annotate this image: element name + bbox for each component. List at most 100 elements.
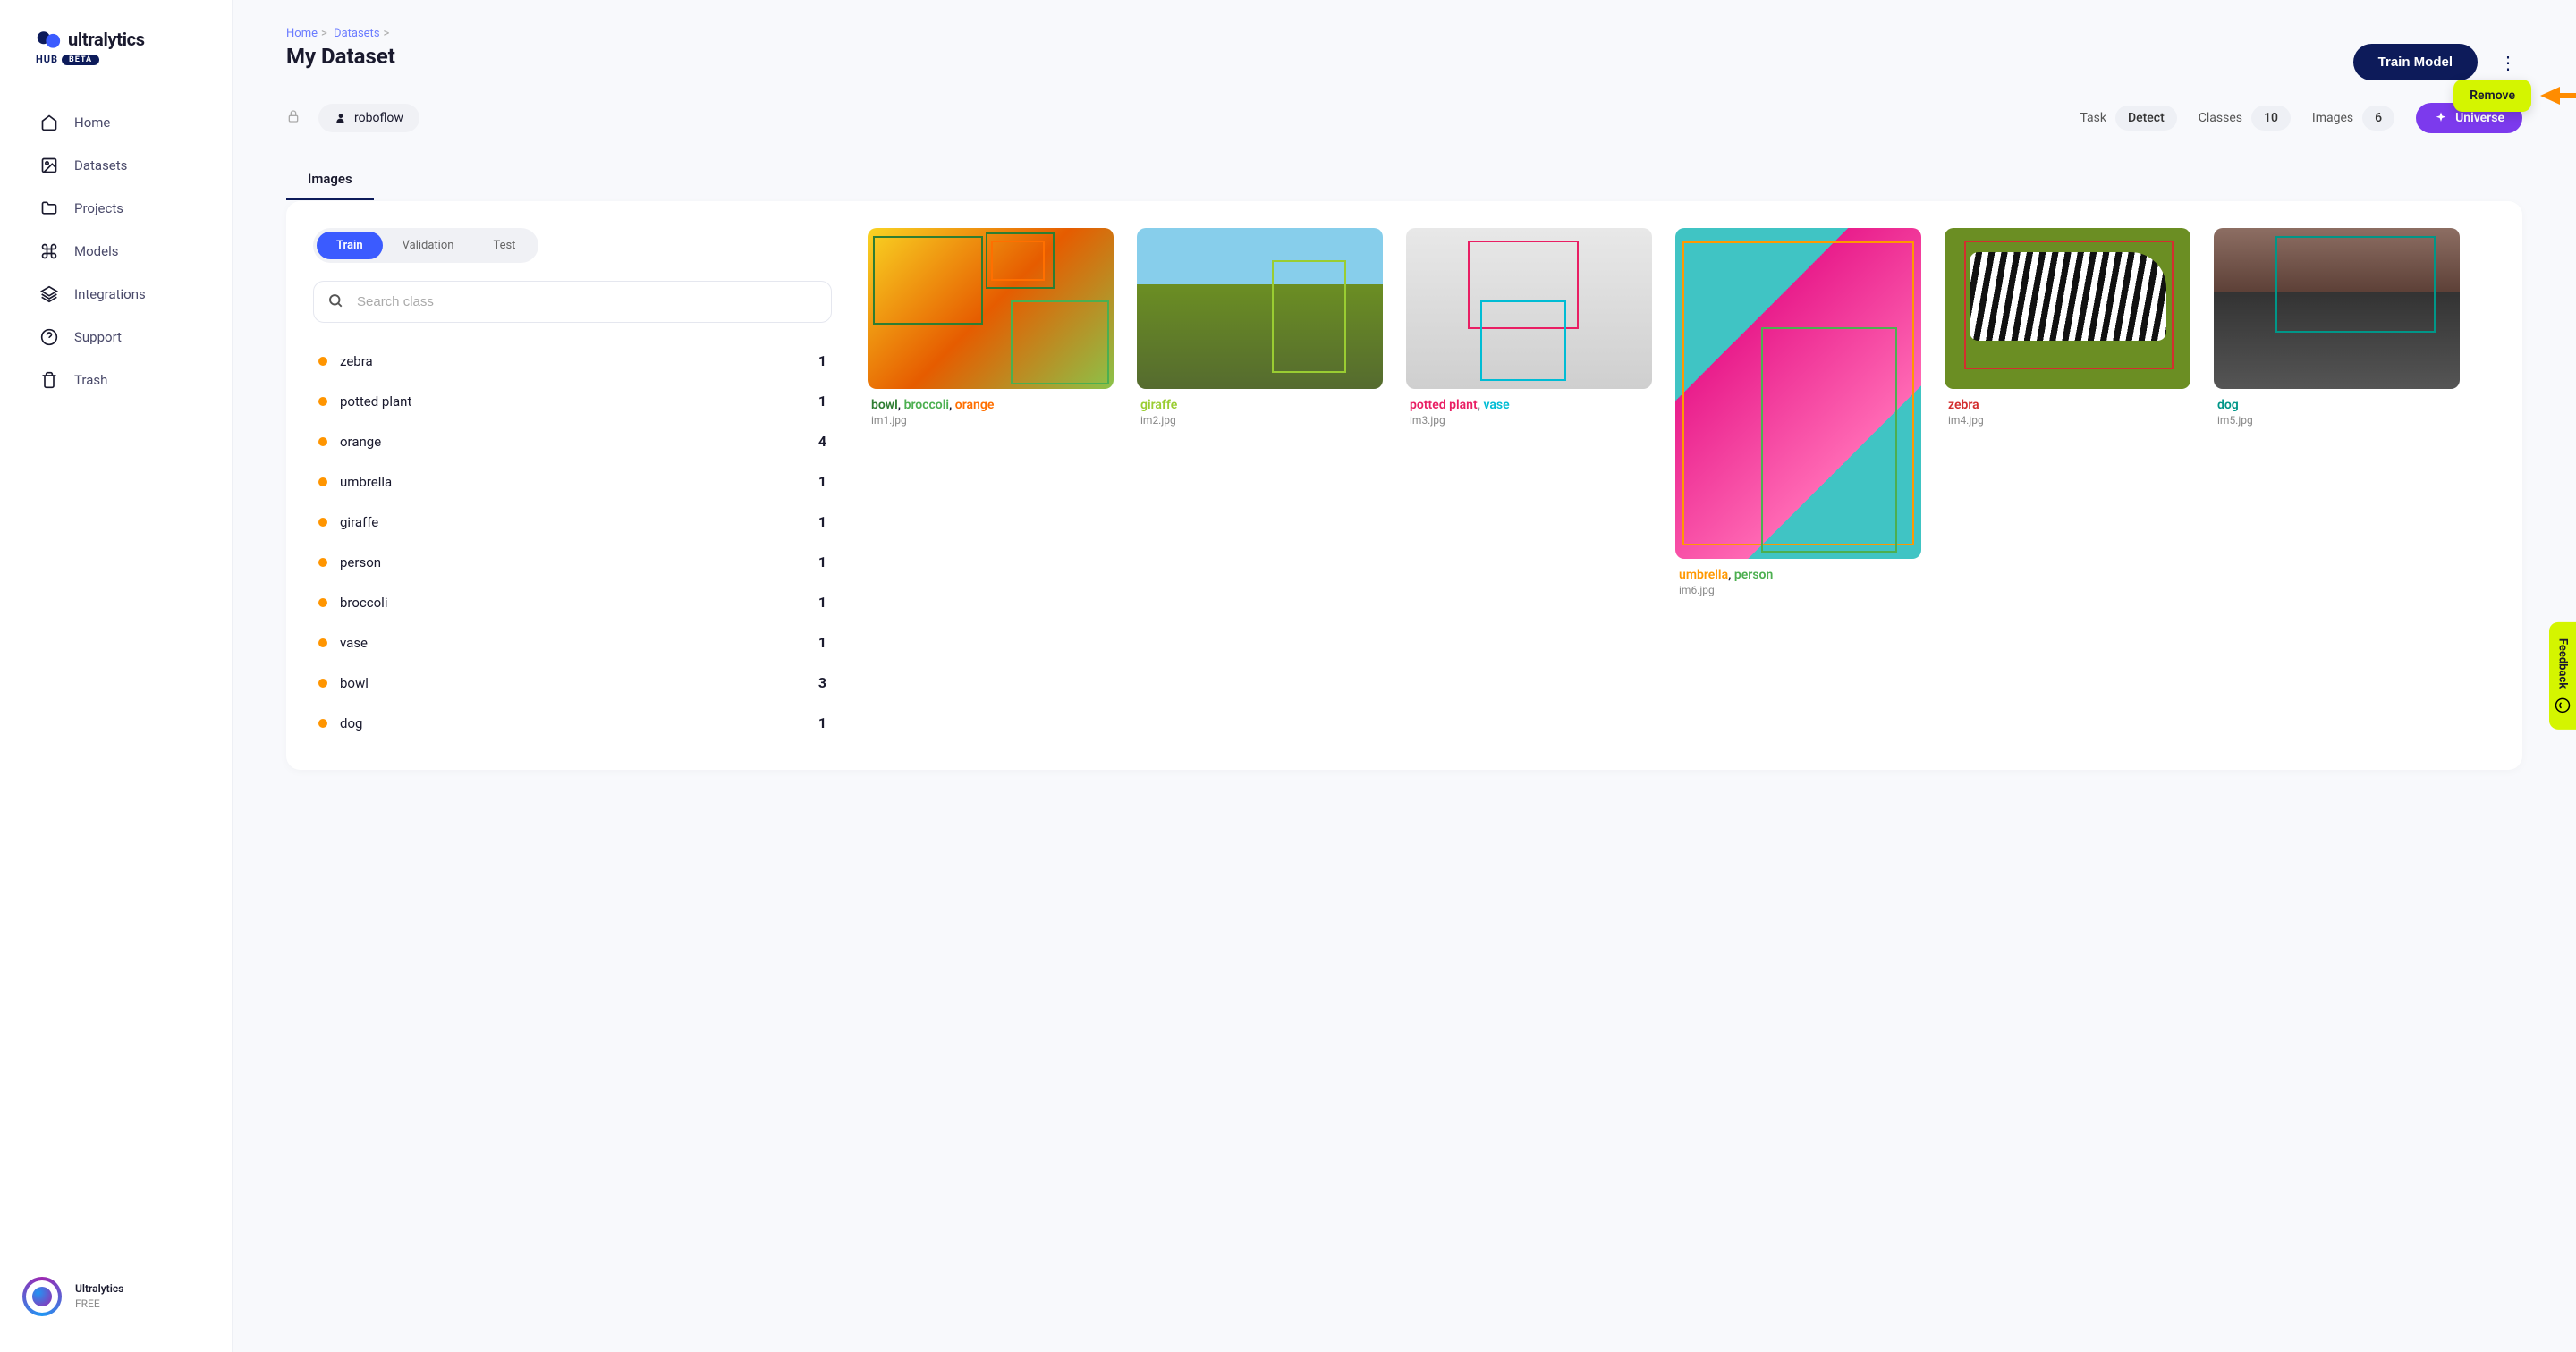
nav-integrations[interactable]: Integrations xyxy=(0,273,232,316)
lock-icon xyxy=(286,109,301,127)
class-row[interactable]: potted plant1 xyxy=(313,381,832,421)
images-value: 6 xyxy=(2362,106,2394,131)
card-filename: im5.jpg xyxy=(2214,414,2460,430)
nav-models-label: Models xyxy=(74,243,118,259)
logo-icon xyxy=(36,27,61,52)
more-menu-button[interactable]: ⋮ xyxy=(2494,46,2522,79)
class-name: dog xyxy=(340,715,362,731)
class-name: broccoli xyxy=(340,595,387,611)
task-value: Detect xyxy=(2115,106,2177,131)
nav-trash[interactable]: Trash xyxy=(0,359,232,401)
callout-arrow xyxy=(2540,87,2576,103)
image-card[interactable]: bowl, broccoli, orange im1.jpg xyxy=(868,228,1114,600)
class-dot xyxy=(318,598,327,607)
class-row[interactable]: orange4 xyxy=(313,421,832,461)
class-dot xyxy=(318,357,327,366)
owner-name: roboflow xyxy=(354,111,403,125)
image-grid: bowl, broccoli, orange im1.jpg giraffe i… xyxy=(868,228,2496,743)
class-count: 1 xyxy=(818,634,826,651)
breadcrumb: Home> Datasets> xyxy=(286,27,2522,40)
image-icon xyxy=(40,156,58,174)
smile-icon xyxy=(2555,697,2571,714)
nav-models[interactable]: Models xyxy=(0,230,232,273)
class-count: 1 xyxy=(818,513,826,530)
class-count: 4 xyxy=(818,433,826,450)
class-name: zebra xyxy=(340,353,373,369)
class-row[interactable]: broccoli1 xyxy=(313,582,832,622)
logo[interactable]: ultralytics xyxy=(36,27,196,52)
class-panel: Train Validation Test zebra1potted plant… xyxy=(313,228,832,743)
split-test[interactable]: Test xyxy=(473,232,535,259)
header-actions: Train Model ⋮ Remove xyxy=(2353,44,2522,80)
feedback-tab[interactable]: Feedback xyxy=(2549,622,2576,730)
card-labels: zebra xyxy=(1945,389,2190,414)
meta-row: roboflow TaskDetect Classes10 Images6 Un… xyxy=(286,103,2522,133)
image-card[interactable]: giraffe im2.jpg xyxy=(1137,228,1383,600)
class-row[interactable]: zebra 1 xyxy=(313,341,832,381)
class-row[interactable]: giraffe1 xyxy=(313,502,832,542)
class-row[interactable]: bowl 3 xyxy=(313,663,832,703)
feedback-label: Feedback xyxy=(2556,638,2570,689)
nav-datasets[interactable]: Datasets xyxy=(0,144,232,187)
image-card[interactable]: umbrella, person im6.jpg xyxy=(1675,228,1921,600)
nav-projects[interactable]: Projects xyxy=(0,187,232,230)
class-dot xyxy=(318,719,327,728)
card-labels: giraffe xyxy=(1137,389,1383,414)
class-count: 1 xyxy=(818,553,826,570)
nav-integrations-label: Integrations xyxy=(74,286,146,302)
avatar xyxy=(22,1277,62,1316)
nav-home[interactable]: Home xyxy=(0,101,232,144)
class-name: bowl xyxy=(340,675,369,691)
class-count: 1 xyxy=(818,352,826,369)
class-count: 1 xyxy=(818,473,826,490)
tabs: Images xyxy=(286,160,2522,201)
class-row[interactable]: umbrella1 xyxy=(313,461,832,502)
search-input[interactable] xyxy=(313,281,832,323)
owner-chip[interactable]: roboflow xyxy=(318,104,419,132)
breadcrumb-home[interactable]: Home xyxy=(286,27,318,40)
sparkle-icon xyxy=(2434,111,2448,125)
image-thumb xyxy=(1406,228,1652,389)
image-card[interactable]: zebra im4.jpg xyxy=(1945,228,2190,600)
class-count: 1 xyxy=(818,393,826,410)
brand-name: ultralytics xyxy=(68,29,145,50)
meta-task: TaskDetect xyxy=(2080,106,2176,131)
card-filename: im4.jpg xyxy=(1945,414,2190,430)
remove-menu-item[interactable]: Remove xyxy=(2453,80,2531,112)
image-thumb xyxy=(1945,228,2190,389)
app-root: ultralytics HUB BETA Home Datasets Proje… xyxy=(0,0,2576,1352)
split-train[interactable]: Train xyxy=(317,232,383,259)
class-dot xyxy=(318,679,327,688)
class-dot xyxy=(318,558,327,567)
class-row[interactable]: person1 xyxy=(313,542,832,582)
card-labels: dog xyxy=(2214,389,2460,414)
nav-support[interactable]: Support xyxy=(0,316,232,359)
image-thumb xyxy=(868,228,1114,389)
tab-images[interactable]: Images xyxy=(286,160,374,200)
card-labels: bowl, broccoli, orange xyxy=(868,389,1114,414)
user-info: Ultralytics FREE xyxy=(75,1281,123,1312)
split-validation[interactable]: Validation xyxy=(383,232,474,259)
image-card[interactable]: potted plant, vase im3.jpg xyxy=(1406,228,1652,600)
class-row[interactable]: dog 1 xyxy=(313,703,832,743)
image-card[interactable]: dog im5.jpg xyxy=(2214,228,2460,600)
nav-projects-label: Projects xyxy=(74,200,123,216)
search-icon xyxy=(327,292,343,312)
train-model-button[interactable]: Train Model xyxy=(2353,44,2478,80)
nav-trash-label: Trash xyxy=(74,372,107,388)
sidebar-footer[interactable]: Ultralytics FREE xyxy=(0,1259,232,1334)
beta-badge: BETA xyxy=(62,55,99,65)
breadcrumb-datasets[interactable]: Datasets xyxy=(334,27,380,40)
class-dot xyxy=(318,638,327,647)
card-filename: im3.jpg xyxy=(1406,414,1652,430)
user-icon xyxy=(335,112,347,124)
universe-label: Universe xyxy=(2455,111,2504,125)
class-count: 1 xyxy=(818,714,826,731)
nav-datasets-label: Datasets xyxy=(74,157,127,173)
layers-icon xyxy=(40,285,58,303)
card-labels: potted plant, vase xyxy=(1406,389,1652,414)
page-title: My Dataset xyxy=(286,44,395,69)
class-count: 3 xyxy=(818,674,826,691)
class-row[interactable]: vase1 xyxy=(313,622,832,663)
image-thumb xyxy=(1137,228,1383,389)
